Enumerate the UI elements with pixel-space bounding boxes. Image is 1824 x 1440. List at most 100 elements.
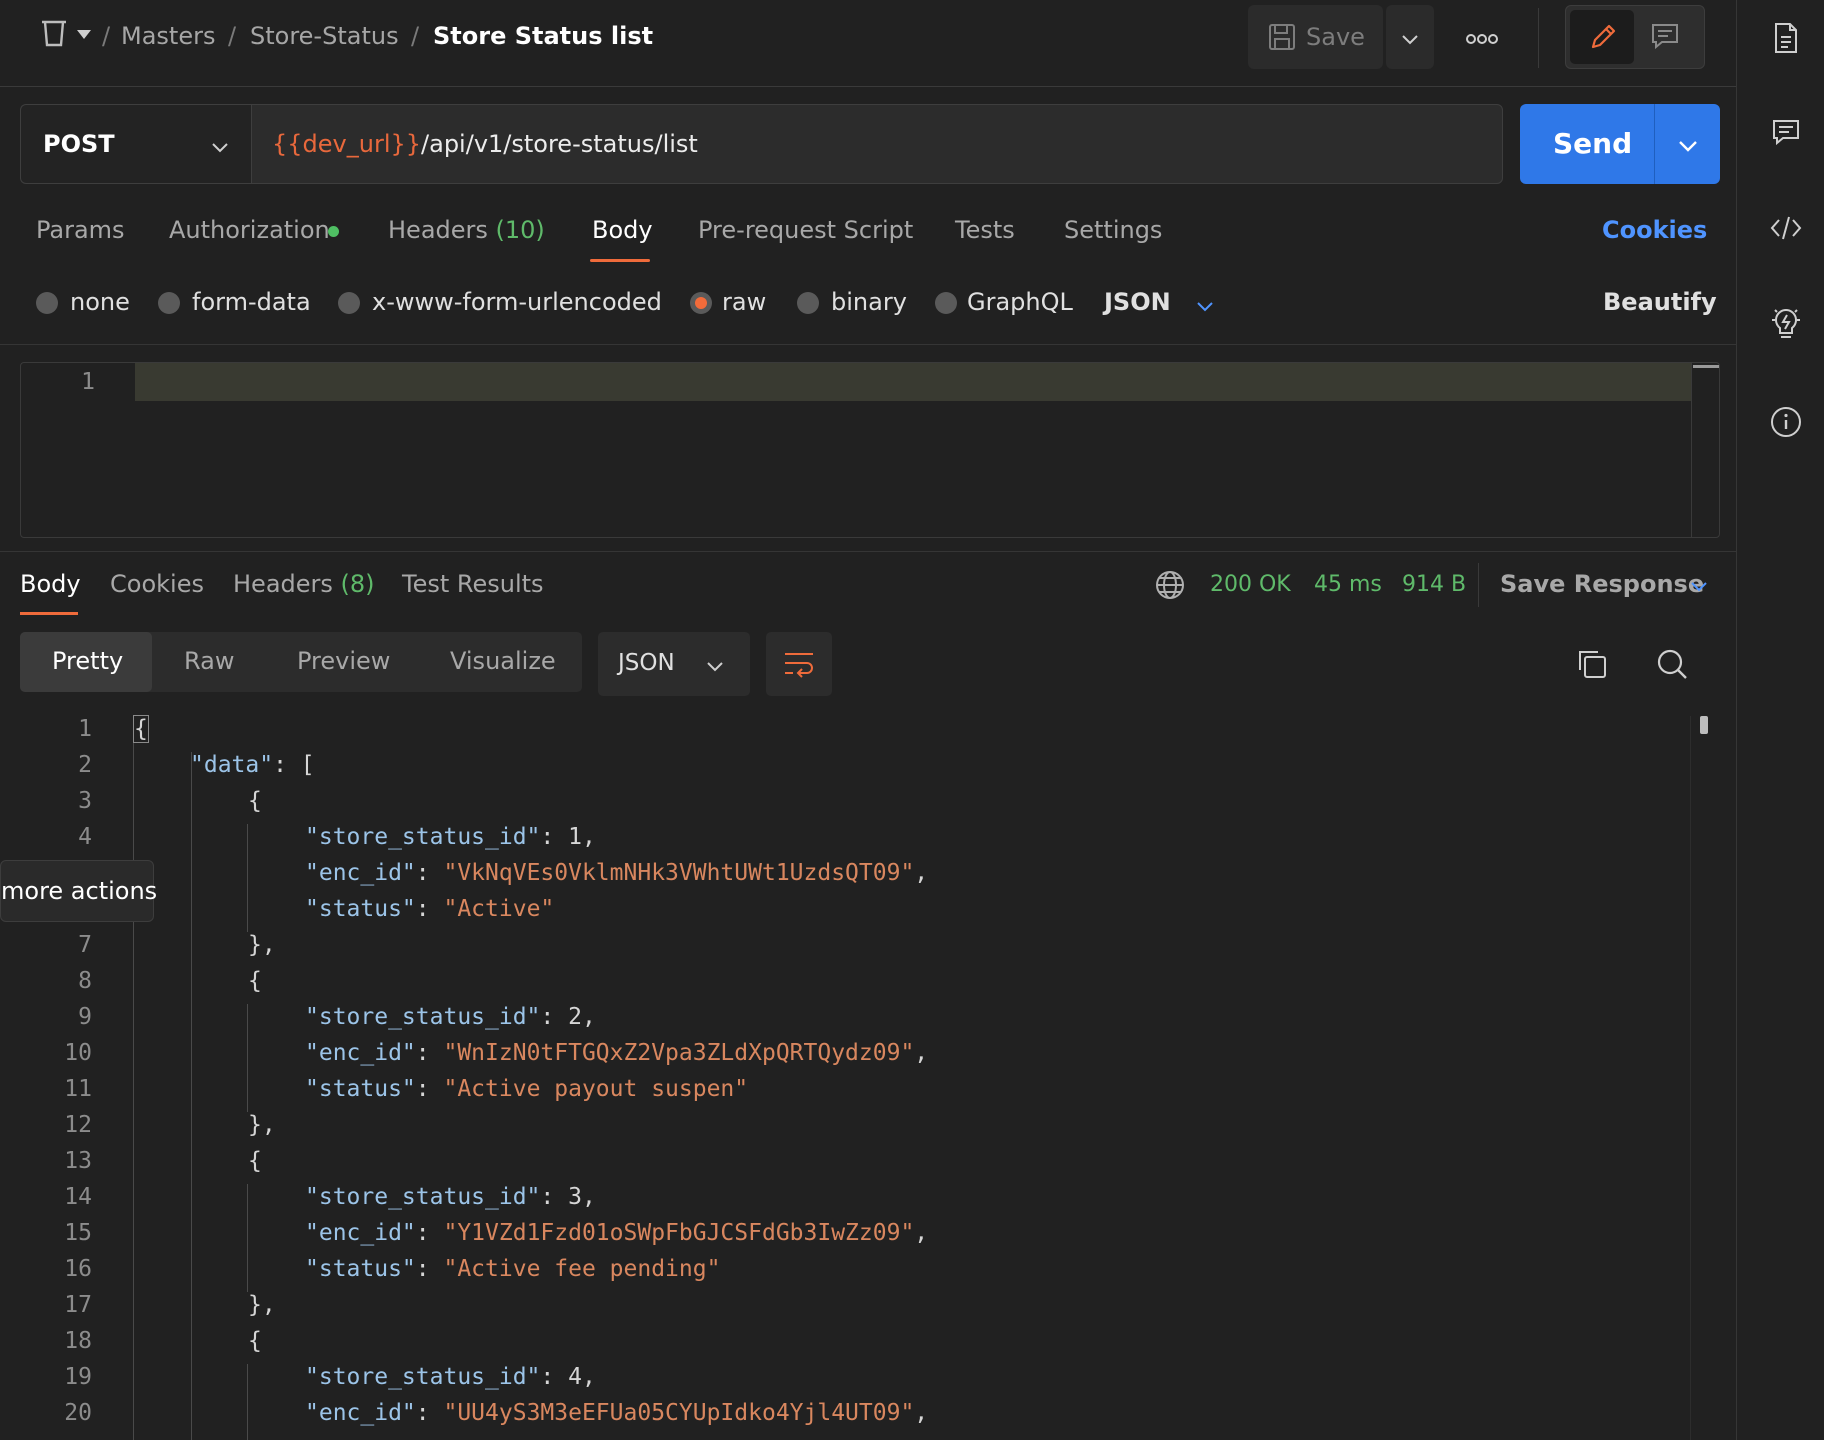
chevron-down-icon	[211, 139, 229, 158]
mode-toggle[interactable]	[1565, 5, 1705, 69]
save-response-button[interactable]: Save Response	[1500, 570, 1704, 598]
chevron-down-icon[interactable]	[1196, 298, 1214, 317]
radio-binary-label[interactable]: binary	[831, 288, 907, 316]
method-select[interactable]: POST	[20, 104, 252, 184]
lightbulb-icon[interactable]	[1770, 306, 1802, 346]
radio-urlencoded-label[interactable]: x-www-form-urlencoded	[372, 288, 662, 316]
edit-mode-button[interactable]	[1570, 10, 1634, 64]
indent-guide	[247, 1004, 248, 1112]
json-string: "UU4yS3M3eEFUa05CYUpIdko4Yjl4UT09"	[443, 1400, 915, 1426]
line-number: 1	[81, 369, 95, 395]
response-tab-headers-label: Headers	[233, 570, 333, 598]
tab-headers-label: Headers	[388, 216, 488, 244]
scrollbar-marker[interactable]	[1693, 365, 1719, 368]
json-string: "Y1VZd1Fzd01oSWpFbGJCSFdGb3IwZz09"	[443, 1220, 915, 1246]
headers-count: (10)	[495, 216, 545, 244]
gutter-divider	[133, 716, 134, 1440]
wrap-lines-button[interactable]	[766, 632, 832, 696]
pencil-icon	[1588, 22, 1618, 56]
line-number: 14	[64, 1184, 92, 1210]
chevron-down-icon[interactable]	[76, 26, 92, 45]
json-comma: ,	[914, 860, 929, 886]
radio-none-label[interactable]: none	[70, 288, 130, 316]
send-options-chevron-icon[interactable]	[1678, 138, 1698, 157]
response-format-select[interactable]: JSON	[598, 632, 750, 696]
document-icon[interactable]	[1773, 22, 1799, 58]
url-input[interactable]: {{dev_url}}/api/v1/store-status/list	[251, 104, 1503, 184]
radio-form-data[interactable]	[158, 292, 180, 314]
radio-binary[interactable]	[797, 292, 819, 314]
beautify-link[interactable]: Beautify	[1603, 288, 1717, 316]
globe-icon[interactable]	[1155, 570, 1185, 604]
json-line: "status": "Active payout suspen"	[305, 1076, 748, 1102]
json-object-close: },	[248, 1292, 276, 1318]
response-tab-headers[interactable]: Headers (8)	[233, 570, 375, 598]
chevron-down-icon	[706, 658, 724, 677]
search-icon[interactable]	[1656, 648, 1688, 684]
tab-tests[interactable]: Tests	[955, 216, 1015, 244]
comment-icon[interactable]	[1771, 118, 1801, 150]
response-time[interactable]: 45 ms	[1314, 572, 1382, 597]
line-number: 16	[64, 1256, 92, 1282]
send-divider	[1654, 104, 1655, 184]
collection-icon[interactable]	[38, 18, 72, 52]
radio-none[interactable]	[36, 292, 58, 314]
response-tab-body[interactable]: Body	[20, 570, 81, 598]
json-string: "VkNqVEs0VklmNHk3VWhtUWt1UzdsQT09"	[443, 860, 915, 886]
tab-pre-request-script[interactable]: Pre-request Script	[698, 216, 913, 244]
page-title[interactable]: Store Status list	[433, 22, 653, 50]
tab-params[interactable]: Params	[36, 216, 125, 244]
response-status[interactable]: 200 OK	[1210, 572, 1291, 597]
response-size[interactable]: 914 B	[1402, 572, 1466, 597]
save-button[interactable]: Save	[1248, 5, 1383, 69]
tab-body[interactable]: Body	[592, 216, 653, 244]
view-preview[interactable]: Preview	[297, 647, 390, 675]
breadcrumb-separator: /	[411, 22, 420, 50]
code-icon[interactable]	[1769, 215, 1803, 245]
json-key: "store_status_id"	[305, 1364, 541, 1390]
scrollbar-thumb[interactable]	[1700, 716, 1708, 734]
body-format-select[interactable]: JSON	[1104, 288, 1171, 316]
json-string: "WnIzN0tFTGQxZ2Vpa3ZLdXpQRTQydz09"	[443, 1040, 915, 1066]
response-tab-test-results[interactable]: Test Results	[402, 570, 544, 598]
chevron-down-icon[interactable]	[1690, 578, 1708, 597]
tab-authorization[interactable]: Authorization	[169, 216, 330, 244]
view-visualize[interactable]: Visualize	[450, 647, 556, 675]
save-dropdown-button[interactable]	[1386, 5, 1434, 69]
comment-mode-icon[interactable]	[1650, 22, 1680, 54]
authorization-status-dot	[328, 226, 339, 237]
radio-raw[interactable]	[690, 292, 712, 314]
json-line: "enc_id": "Y1VZd1Fzd01oSWpFbGJCSFdGb3IwZ…	[305, 1220, 928, 1246]
request-body-editor[interactable]: 1	[20, 362, 1720, 538]
json-string: "Active"	[443, 896, 555, 922]
tab-headers[interactable]: Headers (10)	[388, 216, 545, 244]
json-object-open: {	[248, 1328, 262, 1354]
active-tab-indicator	[590, 259, 650, 262]
view-raw[interactable]: Raw	[184, 647, 234, 675]
radio-graphql[interactable]	[935, 292, 957, 314]
json-colon: :	[415, 1256, 444, 1282]
save-label: Save	[1306, 23, 1365, 51]
wrap-lines-icon	[783, 650, 815, 682]
cookies-link[interactable]: Cookies	[1602, 216, 1707, 244]
line-number: 1	[78, 716, 92, 742]
top-bar: / Masters / Store-Status / Store Status …	[0, 0, 1736, 87]
radio-form-data-label[interactable]: form-data	[192, 288, 311, 316]
info-icon[interactable]	[1770, 406, 1802, 442]
breadcrumb-store-status[interactable]: Store-Status	[250, 22, 399, 50]
json-colon: :	[415, 860, 444, 886]
pane-divider[interactable]	[0, 551, 1736, 552]
breadcrumb-masters[interactable]: Masters	[121, 22, 215, 50]
radio-raw-label[interactable]: raw	[722, 288, 766, 316]
view-pretty[interactable]: Pretty	[52, 647, 123, 675]
radio-graphql-label[interactable]: GraphQL	[967, 288, 1073, 316]
tab-settings[interactable]: Settings	[1064, 216, 1162, 244]
response-tab-cookies[interactable]: Cookies	[110, 570, 204, 598]
more-icon[interactable]	[1466, 30, 1498, 49]
json-comma: ,	[914, 1220, 929, 1246]
radio-urlencoded[interactable]	[338, 292, 360, 314]
json-key: "enc_id"	[305, 1040, 416, 1066]
json-number: 4	[568, 1364, 582, 1390]
response-body-viewer[interactable]: 1 2 3 4 7 8 9 10 11 12 13 14 15 16 17 18…	[0, 715, 1736, 1440]
copy-icon[interactable]	[1576, 648, 1608, 684]
